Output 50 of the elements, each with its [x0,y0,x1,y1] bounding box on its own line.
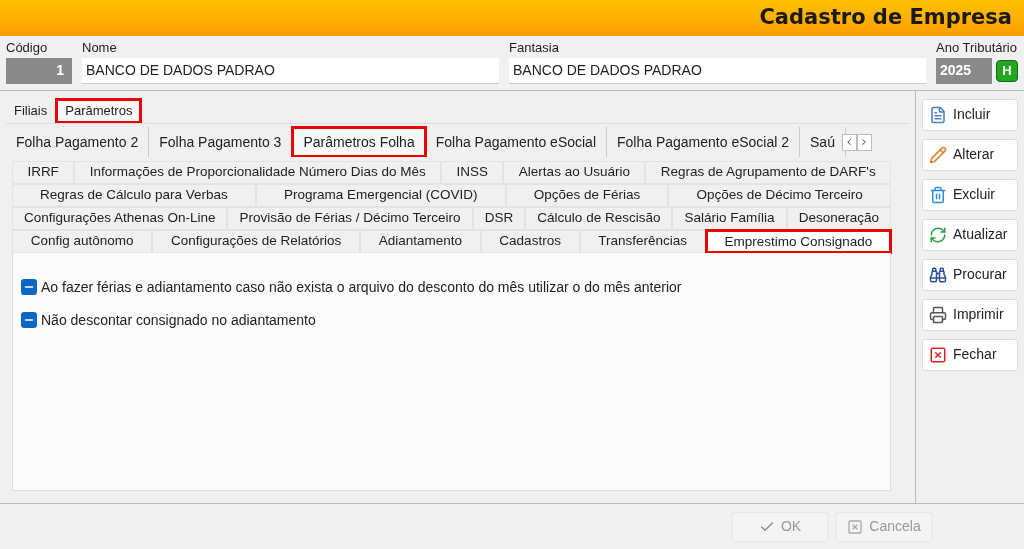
trash-icon [929,185,947,204]
field-label: Ano Tributário [936,39,1018,57]
checkbox[interactable] [21,279,37,295]
close-icon [929,345,947,364]
text-field[interactable]: BANCO DE DADOS PADRAO [82,57,499,84]
tab[interactable]: Config autônomo [12,229,153,253]
toolbar-button[interactable]: Alterar [922,138,1018,171]
tab[interactable]: Emprestimo Consignado [705,229,891,253]
scroll-left-button[interactable] [841,133,857,151]
tab[interactable]: INSS [441,160,504,184]
checkbox-label: Ao fazer férias e adiantamento caso não exista o arquivo do desconto do mês utilizar o do mês anterior [41,277,682,297]
tab[interactable]: Adiantamento [359,229,481,253]
refresh-icon [929,225,947,244]
checkbox[interactable] [21,312,37,328]
document-icon [929,105,947,124]
tab[interactable]: Parâmetros Folha [292,127,426,157]
tab[interactable]: Parâmetros [56,98,142,123]
field-label: Código [6,39,49,57]
tab[interactable]: Opções de Férias [505,183,669,207]
toolbar-button[interactable]: Incluir [922,98,1018,131]
tab[interactable]: Cálculo de Rescisão [525,206,673,230]
text-field[interactable]: BANCO DE DADOS PADRAO [509,57,926,84]
cancel-icon [847,518,864,535]
pencil-icon [929,145,947,164]
tab[interactable]: Regras de Agrupamento de DARF's [645,160,892,184]
tab[interactable]: IRRF [12,160,75,184]
tab[interactable]: Folha Pagamento eSocial [425,127,607,157]
toolbar-button[interactable]: Atualizar [922,218,1018,251]
toolbar-button[interactable]: Excluir [922,178,1018,211]
tab[interactable]: Programa Emergencial (COVID) [255,183,506,207]
tab[interactable]: Opções de Décimo Terceiro [668,183,891,207]
tab[interactable]: Provisão de Férias / Décimo Terceiro [227,206,473,230]
toolbar-button[interactable]: Fechar [922,338,1018,371]
tab[interactable]: Informações de Proporcionalidade Número Dias do Mês [74,160,442,184]
field-label: Nome [82,39,118,57]
printer-icon [929,305,947,324]
tab[interactable]: Folha Pagamento eSocial 2 [607,127,800,157]
search-icon [929,265,947,284]
checkbox-label: Não descontar consignado no adiantamento [41,310,316,330]
tab[interactable]: Folha Pagamento 2 [6,127,150,157]
tab[interactable]: Salário Família [672,206,787,230]
tab[interactable]: Configurações de Relatórios [152,229,360,253]
toolbar-button[interactable]: Imprimir [922,298,1018,331]
field-label: Fantasia [509,39,560,57]
window-title: Cadastro de Empresa [759,4,1012,32]
tab[interactable]: Regras de Cálculo para Verbas [12,183,256,207]
tab[interactable]: Configurações Athenas On-Line [12,206,228,230]
tab[interactable]: Alertas ao Usuário [503,160,646,184]
toolbar-button[interactable]: Procurar [922,258,1018,291]
tab[interactable]: Transferências [579,229,706,253]
